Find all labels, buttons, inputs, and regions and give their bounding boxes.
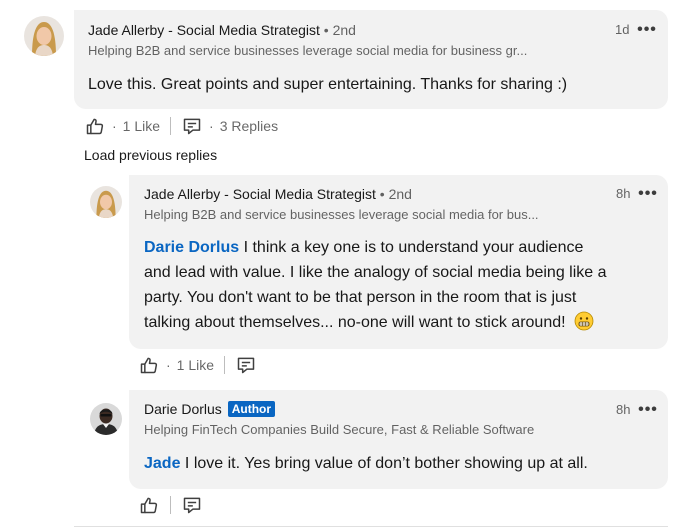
like-count[interactable]: 1 Like <box>177 357 214 373</box>
grimacing-face-icon <box>574 311 594 339</box>
timestamp: 1d <box>615 22 630 37</box>
avatar-jade[interactable] <box>24 16 64 56</box>
author-name[interactable]: Darie Dorlus <box>144 401 222 417</box>
comment-author-line: Jade Allerby - Social Media Strategist •… <box>88 22 356 38</box>
reply-time: 8h ••• <box>616 185 658 203</box>
timestamp: 8h <box>616 402 631 417</box>
dot-separator: · <box>209 118 214 134</box>
like-icon[interactable] <box>138 354 160 376</box>
more-options-icon[interactable]: ••• <box>638 185 658 202</box>
line-text: I love it. Yes bring value of don’t both… <box>184 455 588 472</box>
divider <box>170 496 171 514</box>
author-headline: Helping B2B and service businesses lever… <box>88 43 528 58</box>
avatar-jade[interactable] <box>90 186 122 218</box>
more-options-icon[interactable]: ••• <box>638 401 658 418</box>
line-text: talking about themselves... no-one will … <box>144 314 566 331</box>
connection-degree: • 2nd <box>379 186 412 202</box>
connection-degree: • 2nd <box>323 22 356 38</box>
reply-time: 8h ••• <box>616 401 658 419</box>
reply-icon[interactable] <box>181 494 203 516</box>
load-previous-replies[interactable]: Load previous replies <box>84 147 217 163</box>
line-text: I think a key one is to understand your … <box>243 239 584 256</box>
reply-author-line: Jade Allerby - Social Media Strategist •… <box>144 186 412 202</box>
mention-link[interactable]: Jade <box>144 455 180 472</box>
author-name[interactable]: Jade Allerby - Social Media Strategist <box>144 186 376 202</box>
avatar-darie[interactable] <box>90 403 122 435</box>
divider <box>224 356 226 374</box>
like-icon[interactable] <box>138 494 160 516</box>
text-line: Darie Dorlus I think a key one is to und… <box>144 235 664 260</box>
reply-actions: · 1 Like <box>138 354 257 376</box>
divider-line <box>74 526 668 527</box>
author-badge: Author <box>227 401 276 417</box>
reply-icon[interactable] <box>235 354 257 376</box>
comment-text: Love this. Great points and super entert… <box>88 76 568 93</box>
mention-link[interactable]: Darie Dorlus <box>144 239 239 256</box>
reply-author-line: Darie Dorlus Author <box>144 401 276 417</box>
author-headline: Helping FinTech Companies Build Secure, … <box>144 422 535 437</box>
dot-separator: · <box>112 118 117 134</box>
more-options-icon[interactable]: ••• <box>637 21 657 38</box>
like-count[interactable]: 1 Like <box>123 118 160 134</box>
reply-text: Jade I love it. Yes bring value of don’t… <box>144 451 664 476</box>
reply-icon[interactable] <box>181 115 203 137</box>
text-line: talking about themselves... no-one will … <box>144 310 664 339</box>
like-icon[interactable] <box>84 115 106 137</box>
timestamp: 8h <box>616 186 631 201</box>
text-line: party. You don't want to be that person … <box>144 289 577 306</box>
divider <box>170 117 172 135</box>
comment-time: 1d ••• <box>615 21 657 39</box>
author-headline: Helping B2B and service businesses lever… <box>144 207 539 222</box>
reply-text: Darie Dorlus I think a key one is to und… <box>144 235 664 339</box>
reply-actions <box>138 494 203 516</box>
dot-separator: · <box>166 357 171 373</box>
text-line: and lead with value. I like the analogy … <box>144 264 607 281</box>
comment-actions: · 1 Like · 3 Replies <box>84 115 278 137</box>
author-name[interactable]: Jade Allerby - Social Media Strategist <box>88 22 320 38</box>
reply-count[interactable]: 3 Replies <box>220 118 278 134</box>
